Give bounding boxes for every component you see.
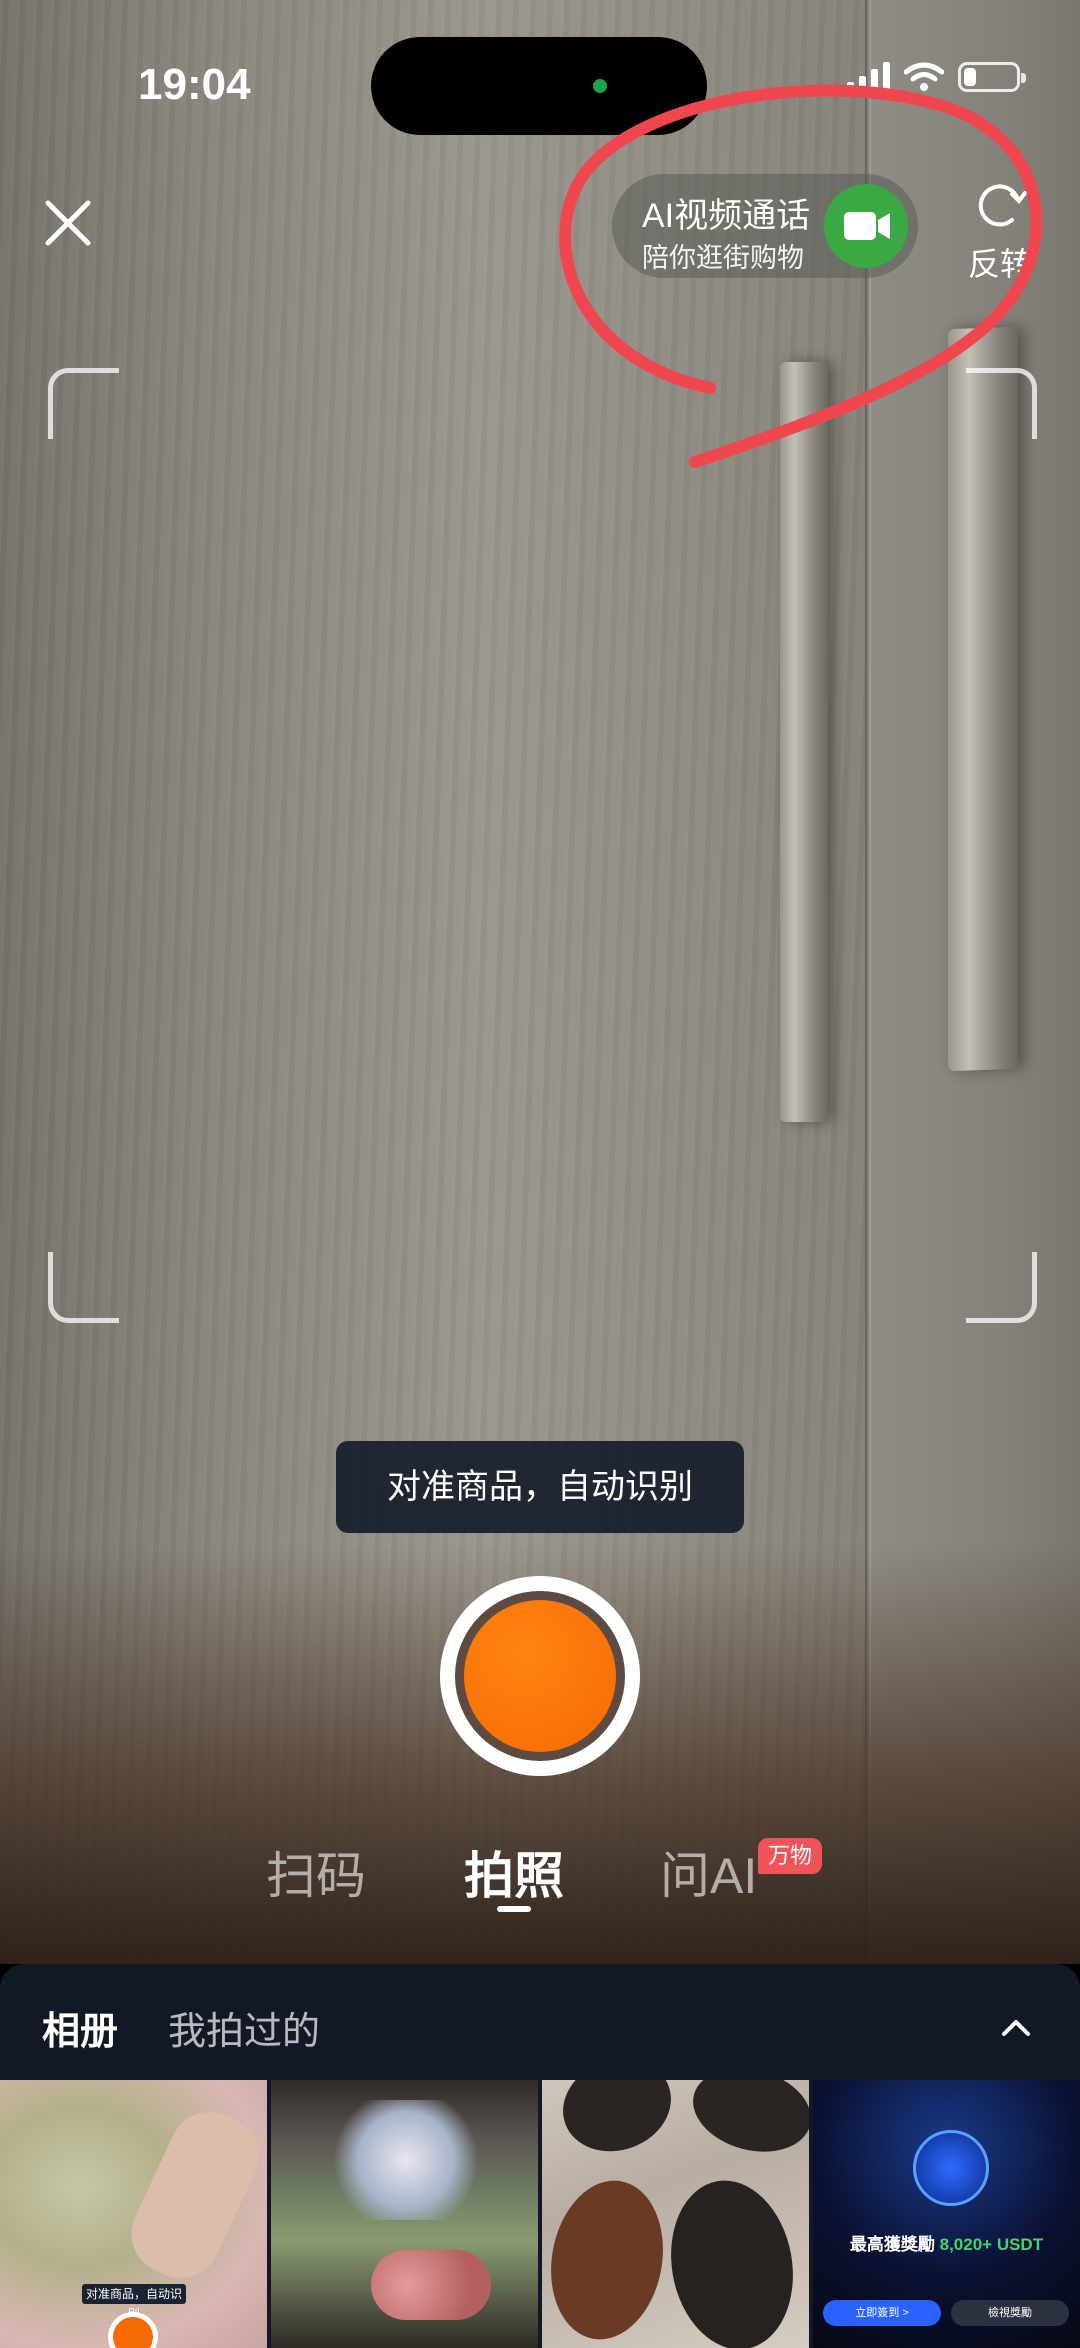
thumbnail-hint-text: 对准商品，自动识别 — [82, 2284, 186, 2321]
flip-camera-icon — [978, 184, 1027, 227]
scan-frame-corner-top-left — [48, 368, 119, 439]
album-thumbnail[interactable] — [271, 2080, 538, 2348]
close-icon[interactable] — [38, 193, 98, 253]
battery-icon — [958, 62, 1026, 92]
selected-mode-indicator — [497, 1906, 531, 1912]
tab-my-shots[interactable]: 我拍过的 — [168, 2000, 320, 2055]
coin-icon — [913, 2130, 989, 2206]
album-thumbnail[interactable]: 最高獲獎勵 8,020+ USDT 立即簽到 > 檢視獎勵 — [813, 2080, 1080, 2348]
camera-in-use-indicator — [593, 79, 607, 93]
thumbnail-promo-button: 立即簽到 > — [823, 2300, 941, 2326]
wifi-icon — [904, 62, 944, 91]
album-thumbnails: 对准商品，自动识别 最高獲獎勵 8,020+ USDT 立即簽到 > 檢視獎勵 — [0, 2080, 1080, 2348]
dynamic-island — [371, 37, 707, 135]
thumbnail-promo-title: 最高獲獎勵 8,020+ USDT — [849, 2235, 1044, 2254]
flip-camera-button[interactable]: 反转 — [960, 176, 1040, 282]
album-panel: 相册 我拍过的 对准商品，自动识别 最高獲獎勵 8,020+ USDT 立即簽到… — [0, 1964, 1080, 2348]
chevron-up-icon[interactable] — [996, 2008, 1036, 2048]
scan-frame-corner-bottom-left — [48, 1252, 119, 1323]
shutter-core — [464, 1600, 616, 1752]
flip-label: 反转 — [967, 246, 1032, 282]
status-time: 19:04 — [138, 60, 251, 109]
mode-photo[interactable]: 拍照 — [464, 1836, 564, 1908]
shutter-button[interactable] — [440, 1576, 640, 1776]
ai-call-title: AI视频通话 — [642, 197, 811, 235]
ai-video-call-button[interactable]: AI视频通话 陪你逛街购物 — [612, 174, 918, 278]
door-handle-left — [780, 362, 828, 1122]
video-camera-icon — [824, 184, 908, 268]
mode-switcher: 扫码 拍照 问AI — [0, 1836, 1080, 1906]
tab-album[interactable]: 相册 — [42, 2000, 118, 2055]
mode-ask-ai[interactable]: 问AI — [660, 1836, 757, 1908]
ask-ai-badge: 万物 — [758, 1838, 823, 1874]
album-thumbnail[interactable]: 对准商品，自动识别 — [0, 2080, 267, 2348]
scan-frame-corner-bottom-right — [966, 1252, 1037, 1323]
status-icons — [847, 62, 1026, 92]
album-thumbnail[interactable] — [542, 2080, 809, 2348]
recognition-hint: 对准商品，自动识别 — [336, 1441, 744, 1533]
signal-icon — [847, 62, 890, 92]
thumbnail-promo-button: 檢視獎勵 — [951, 2300, 1069, 2326]
scan-frame-corner-top-right — [966, 368, 1037, 439]
mode-scan[interactable]: 扫码 — [266, 1836, 366, 1908]
ai-call-subtitle: 陪你逛街购物 — [642, 243, 804, 273]
